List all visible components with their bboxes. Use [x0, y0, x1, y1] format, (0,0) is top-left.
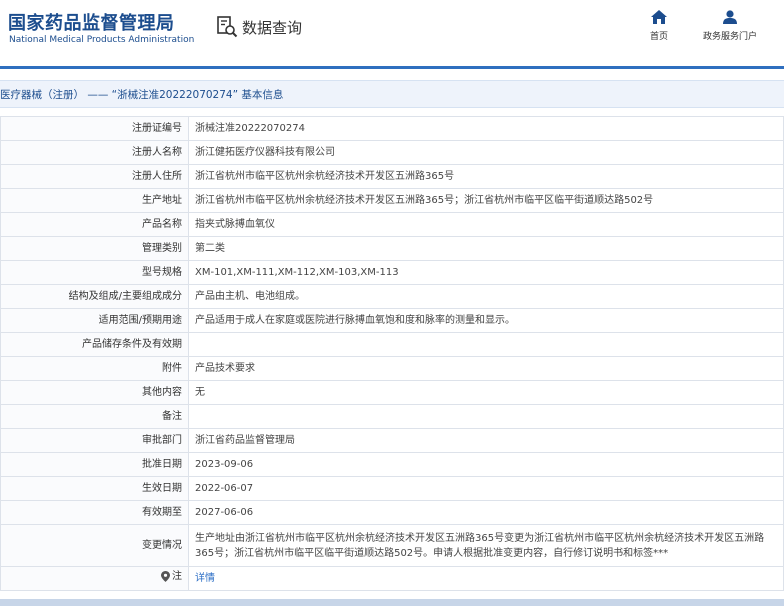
- row-value: 生产地址由浙江省杭州市临平区杭州余杭经济技术开发区五洲路365号变更为浙江省杭州…: [188, 524, 784, 567]
- row-value: 无: [188, 380, 784, 405]
- note-value-cell: 详情: [188, 566, 784, 591]
- site-logo-title[interactable]: 国家药品监督管理局: [8, 9, 175, 35]
- nav-government-portal[interactable]: 政务服务门户: [703, 10, 757, 42]
- row-label: 批准日期: [0, 452, 189, 477]
- table-row: 附件 产品技术要求: [0, 356, 784, 381]
- site-header: 国家药品监督管理局 National Medical Products Admi…: [0, 0, 784, 66]
- table-row: 批准日期 2023-09-06: [0, 452, 784, 477]
- breadcrumb: 医疗器械（注册） —— “浙械注准20222070274” 基本信息: [0, 80, 784, 108]
- row-label: 备注: [0, 404, 189, 429]
- document-search-icon: [217, 16, 238, 38]
- row-label: 生效日期: [0, 476, 189, 501]
- row-label: 变更情况: [0, 524, 189, 567]
- row-value: 产品技术要求: [188, 356, 784, 381]
- row-value: 浙江省杭州市临平区杭州余杭经济技术开发区五洲路365号: [188, 164, 784, 189]
- horizontal-scrollbar[interactable]: [0, 599, 784, 606]
- details-link[interactable]: 详情: [195, 573, 215, 584]
- data-query-label: 数据查询: [242, 18, 303, 37]
- row-label: 型号规格: [0, 260, 189, 285]
- table-row: 管理类别 第二类: [0, 236, 784, 261]
- row-label: 产品储存条件及有效期: [0, 332, 189, 357]
- table-row: 适用范围/预期用途 产品适用于成人在家庭或医院进行脉搏血氧饱和度和脉率的测量和显…: [0, 308, 784, 333]
- row-value: 产品由主机、电池组成。: [188, 284, 784, 309]
- table-row: 型号规格 XM-101,XM-111,XM-112,XM-103,XM-113: [0, 260, 784, 285]
- row-label: 管理类别: [0, 236, 189, 261]
- user-icon: [723, 10, 737, 24]
- note-label-cell: 注: [0, 566, 189, 591]
- table-row: 有效期至 2027-06-06: [0, 500, 784, 525]
- row-label: 注册人名称: [0, 140, 189, 165]
- table-row: 注册证编号 浙械注准20222070274: [0, 116, 784, 141]
- row-value: [188, 404, 784, 429]
- table-row: 注册人住所 浙江省杭州市临平区杭州余杭经济技术开发区五洲路365号: [0, 164, 784, 189]
- table-row: 注 详情: [0, 566, 784, 591]
- home-icon: [651, 10, 667, 24]
- table-row: 生产地址 浙江省杭州市临平区杭州余杭经济技术开发区五洲路365号；浙江省杭州市临…: [0, 188, 784, 213]
- row-value: 浙江健拓医疗仪器科技有限公司: [188, 140, 784, 165]
- row-value: 2022-06-07: [188, 476, 784, 501]
- row-label: 其他内容: [0, 380, 189, 405]
- table-row: 变更情况 生产地址由浙江省杭州市临平区杭州余杭经济技术开发区五洲路365号变更为…: [0, 524, 784, 567]
- row-label: 有效期至: [0, 500, 189, 525]
- location-pin-icon: [161, 571, 170, 583]
- table-row: 生效日期 2022-06-07: [0, 476, 784, 501]
- table-row: 产品储存条件及有效期: [0, 332, 784, 357]
- row-value: 产品适用于成人在家庭或医院进行脉搏血氧饱和度和脉率的测量和显示。: [188, 308, 784, 333]
- row-value: 浙江省药品监督管理局: [188, 428, 784, 453]
- note-label: 注: [161, 570, 182, 584]
- row-value: 2027-06-06: [188, 500, 784, 525]
- row-label: 产品名称: [0, 212, 189, 237]
- nav-government-portal-label: 政务服务门户: [703, 32, 758, 42]
- row-value: 指夹式脉搏血氧仪: [188, 212, 784, 237]
- row-value: XM-101,XM-111,XM-112,XM-103,XM-113: [188, 260, 784, 285]
- row-value: [188, 332, 784, 357]
- row-value: 2023-09-06: [188, 452, 784, 477]
- note-label-text: 注: [172, 570, 182, 582]
- row-value: 浙江省杭州市临平区杭州余杭经济技术开发区五洲路365号；浙江省杭州市临平区临平街…: [188, 188, 784, 213]
- table-row: 审批部门 浙江省药品监督管理局: [0, 428, 784, 453]
- table-row: 注册人名称 浙江健拓医疗仪器科技有限公司: [0, 140, 784, 165]
- row-label: 结构及组成/主要组成成分: [0, 284, 189, 309]
- site-logo-subtitle: National Medical Products Administration: [9, 35, 195, 45]
- row-label: 生产地址: [0, 188, 189, 213]
- row-label: 附件: [0, 356, 189, 381]
- registration-detail-table: 注册证编号 浙械注准20222070274 注册人名称 浙江健拓医疗仪器科技有限…: [0, 116, 784, 591]
- table-row: 其他内容 无: [0, 380, 784, 405]
- row-label: 注册证编号: [0, 116, 189, 141]
- row-value: 浙械注准20222070274: [188, 116, 784, 141]
- nav-home[interactable]: 首页: [650, 10, 668, 42]
- table-row: 备注: [0, 404, 784, 429]
- data-query-link[interactable]: 数据查询: [216, 14, 302, 40]
- table-row: 产品名称 指夹式脉搏血氧仪: [0, 212, 784, 237]
- row-label: 适用范围/预期用途: [0, 308, 189, 333]
- header-divider: [0, 66, 784, 69]
- row-label: 审批部门: [0, 428, 189, 453]
- table-row: 结构及组成/主要组成成分 产品由主机、电池组成。: [0, 284, 784, 309]
- row-value: 第二类: [188, 236, 784, 261]
- row-label: 注册人住所: [0, 164, 189, 189]
- nav-home-label: 首页: [650, 32, 669, 42]
